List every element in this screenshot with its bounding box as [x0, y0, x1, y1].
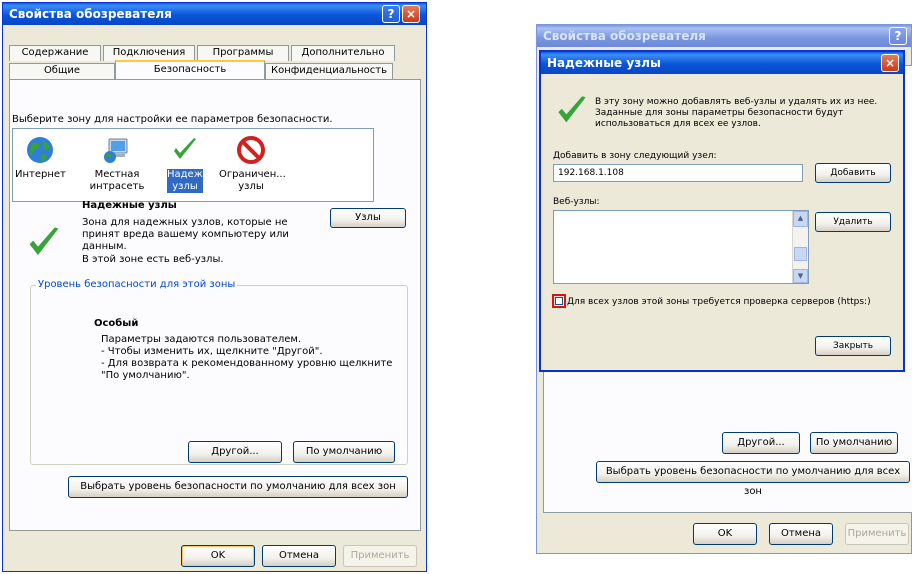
title-bar[interactable]: Свойства обозревателя: [3, 3, 426, 25]
sites-list-label: Веб-узлы:: [553, 197, 600, 207]
trusted-sites-dialog: Надежные узлы × В эту зону можно добавля…: [539, 50, 905, 372]
cancel-button[interactable]: Отмена: [769, 523, 833, 545]
https-checkbox-label[interactable]: Для всех узлов этой зоны требуется прове…: [567, 296, 871, 308]
sites-list[interactable]: ▲ ▼: [553, 210, 809, 284]
dialog-title: Надежные узлы: [547, 56, 661, 70]
intranet-computer-icon: [104, 138, 128, 163]
tab-content[interactable]: Содержание: [9, 45, 101, 61]
default-level-button[interactable]: По умолчанию: [293, 441, 395, 463]
zone-intranet-label: Местная интрасеть: [89, 169, 145, 192]
zone-restricted-label: Ограничен... узлы: [219, 169, 286, 192]
dialog-title-bar[interactable]: Надежные узлы: [541, 52, 903, 74]
security-level-group-label: Уровень безопасности для этой зоны: [36, 279, 238, 290]
zone-title: Надежные узлы: [82, 200, 177, 211]
remove-site-button[interactable]: Удалить: [815, 212, 891, 232]
zone-list[interactable]: Интернет Местная интрасеть Надежные узлы: [12, 128, 374, 202]
default-level-button[interactable]: По умолчанию: [810, 432, 898, 454]
tab-security[interactable]: Безопасность: [115, 60, 265, 79]
globe-icon: [27, 137, 53, 163]
restricted-icon: [237, 136, 265, 164]
tab-privacy[interactable]: Конфиденциальность: [265, 63, 393, 79]
zone-sites-status: В этой зоне есть веб-узлы.: [82, 254, 224, 265]
sites-list-scrollbar[interactable]: ▲ ▼: [792, 211, 808, 283]
ok-button[interactable]: OK: [181, 545, 255, 567]
tab-connections[interactable]: Подключения: [103, 45, 195, 61]
add-site-label: Добавить в зону следующий узел:: [553, 151, 717, 161]
internet-options-window: Свойства обозревателя ? × Содержание Под…: [2, 2, 427, 572]
window-title: Свойства обозревателя: [543, 29, 706, 43]
dialog-close-button[interactable]: ×: [881, 54, 899, 72]
zone-trusted[interactable]: Надежные узлы: [163, 135, 224, 193]
zone-description: Зона для надежных узлов, которые не прин…: [82, 217, 289, 252]
zone-intranet[interactable]: Местная интрасеть: [87, 135, 147, 193]
zone-internet[interactable]: Интернет: [15, 135, 66, 181]
help-button[interactable]: ?: [889, 27, 907, 45]
checkmark-icon: [174, 138, 196, 159]
tab-advanced[interactable]: Дополнительно: [291, 45, 395, 61]
level-line-3: - Для возврата к рекомендованному уровню…: [101, 358, 393, 381]
https-checkbox[interactable]: [555, 297, 563, 305]
close-button[interactable]: ×: [402, 5, 420, 23]
security-panel: Выберите зону для настройки ее параметро…: [9, 79, 421, 531]
tab-row-2: Общие Безопасность Конфиденциальность: [9, 60, 393, 79]
apply-button: Применить: [845, 523, 909, 545]
scroll-up-arrow-icon[interactable]: ▲: [793, 211, 808, 227]
add-site-input[interactable]: 192.168.1.108: [553, 164, 803, 182]
tab-general[interactable]: Общие: [9, 63, 115, 79]
scroll-down-arrow-icon[interactable]: ▼: [793, 269, 808, 283]
ok-button[interactable]: OK: [693, 523, 757, 545]
add-site-input-value: 192.168.1.108: [558, 168, 624, 178]
help-button[interactable]: ?: [382, 5, 400, 23]
cancel-button[interactable]: Отмена: [262, 545, 336, 567]
level-name: Особый: [94, 318, 139, 329]
zone-trusted-label: Надежные узлы: [167, 169, 224, 193]
reset-all-zones-button[interactable]: Выбрать уровень безопасности по умолчани…: [68, 476, 408, 498]
close-dialog-button[interactable]: Закрыть: [815, 336, 891, 356]
zone-restricted[interactable]: Ограничен... узлы: [219, 135, 286, 193]
custom-level-button[interactable]: Другой...: [722, 432, 800, 454]
apply-button: Применить: [343, 545, 417, 567]
sites-button[interactable]: Узлы: [330, 208, 406, 228]
title-bar-inactive[interactable]: Свойства обозревателя: [537, 25, 911, 47]
add-site-button[interactable]: Добавить: [815, 163, 891, 183]
zone-internet-label: Интернет: [15, 169, 66, 180]
reset-all-zones-button[interactable]: Выбрать уровень безопасности по умолчани…: [596, 461, 910, 497]
checkmark-icon: [558, 96, 586, 123]
tab-row-1: Содержание Подключения Программы Дополни…: [9, 45, 395, 61]
zone-prompt: Выберите зону для настройки ее параметро…: [12, 114, 333, 125]
level-line-2: - Чтобы изменить их, щелкните "Другой".: [101, 346, 323, 357]
checkmark-icon: [29, 227, 59, 255]
custom-level-button[interactable]: Другой...: [188, 441, 282, 463]
window-title: Свойства обозревателя: [9, 7, 172, 21]
scroll-thumb[interactable]: [794, 247, 807, 261]
info-line-3: использоваться для всех ее узлов.: [595, 119, 761, 129]
tab-programs[interactable]: Программы: [197, 45, 289, 61]
level-line-1: Параметры задаются пользователем.: [101, 334, 302, 345]
